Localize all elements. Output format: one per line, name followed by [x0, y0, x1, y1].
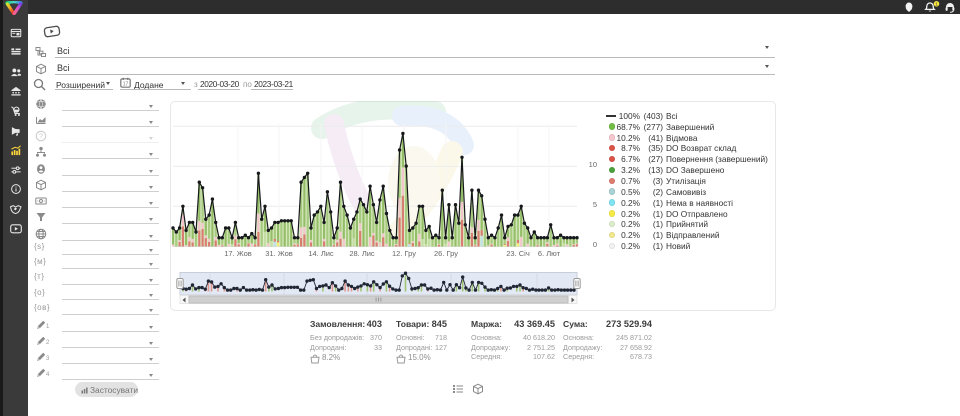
- svg-text:6. Лют: 6. Лют: [538, 249, 561, 258]
- svg-text:5: 5: [593, 200, 597, 209]
- svg-text:0: 0: [593, 240, 597, 249]
- svg-text:26. Гру: 26. Гру: [434, 249, 458, 258]
- svg-text:23. Січ: 23. Січ: [506, 249, 530, 258]
- svg-text:14. Лис: 14. Лис: [308, 249, 334, 258]
- svg-text:10: 10: [589, 160, 597, 169]
- svg-text:17: 17: [123, 82, 129, 88]
- svg-text:1: 1: [935, 2, 938, 8]
- svg-text:?: ?: [39, 133, 43, 140]
- svg-text:28. Лис: 28. Лис: [349, 249, 375, 258]
- svg-text:31. Жов: 31. Жов: [265, 249, 293, 258]
- svg-text:17. Жов: 17. Жов: [224, 249, 252, 258]
- svg-text:12. Гру: 12. Гру: [392, 249, 416, 258]
